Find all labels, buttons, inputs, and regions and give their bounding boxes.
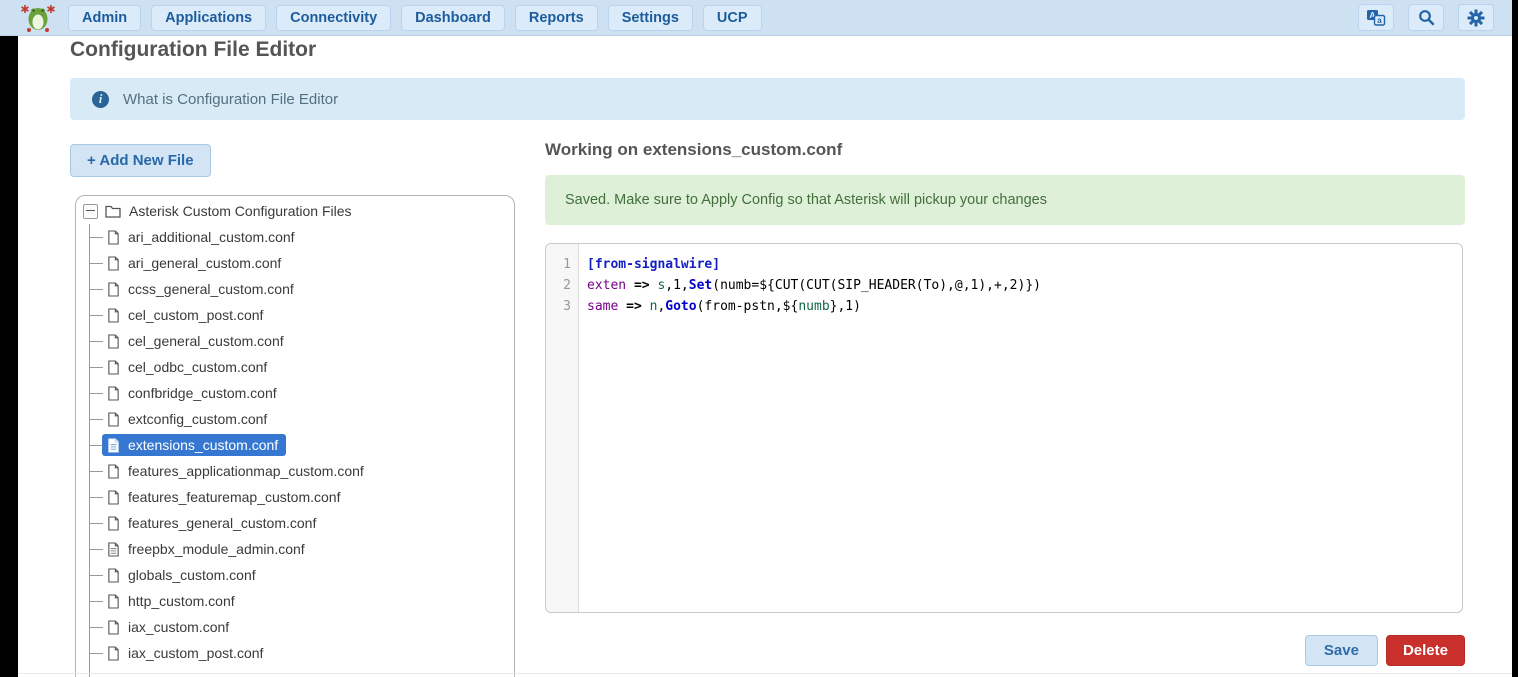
search-icon <box>1418 9 1435 26</box>
file-name: confbridge_custom.conf <box>128 385 277 401</box>
config-file-tree-panel: Asterisk Custom Configuration Files ari_… <box>75 195 515 677</box>
code-line-2: 2 exten => s,1,Set(numb=${CUT(CUT(SIP_HE… <box>546 275 1462 296</box>
saved-success-text: Saved. Make sure to Apply Config so that… <box>565 192 1047 208</box>
file-lines-icon <box>107 542 120 557</box>
language-translate-button[interactable]: A a <box>1358 4 1394 31</box>
help-banner-text: What is Configuration File Editor <box>123 91 338 108</box>
file-icon <box>107 568 120 583</box>
translate-icon: A a <box>1366 9 1386 26</box>
file-icon <box>107 516 120 531</box>
file-name: extensions_custom.conf <box>128 437 278 453</box>
file-name: features_featuremap_custom.conf <box>128 489 340 505</box>
folder-icon <box>105 204 121 218</box>
file-icon <box>107 620 120 635</box>
tree-file-item[interactable]: ari_additional_custom.conf <box>76 224 514 250</box>
tree-file-item[interactable]: cel_odbc_custom.conf <box>76 354 514 380</box>
file-name: ari_additional_custom.conf <box>128 229 295 245</box>
file-name: iax_custom_post.conf <box>128 645 263 661</box>
main-menu: Admin Applications Connectivity Dashboar… <box>68 5 762 31</box>
file-icon <box>107 594 120 609</box>
tree-root-label: Asterisk Custom Configuration Files <box>129 203 352 219</box>
file-name: cel_custom_post.conf <box>128 307 263 323</box>
file-icon <box>107 646 120 661</box>
file-name: globals_custom.conf <box>128 567 256 583</box>
page-content: Configuration File Editor i What is Conf… <box>18 36 1512 677</box>
line-number: 1 <box>546 254 578 275</box>
nav-item-ucp[interactable]: UCP <box>703 5 762 31</box>
collapse-minus-icon[interactable] <box>83 204 98 219</box>
file-name: ari_general_custom.conf <box>128 255 281 271</box>
nav-item-dashboard[interactable]: Dashboard <box>401 5 505 31</box>
file-lines-icon <box>107 438 120 453</box>
tree-file-item[interactable]: features_featuremap_custom.conf <box>76 484 514 510</box>
file-icon <box>107 256 120 271</box>
file-name: freepbx_module_admin.conf <box>128 541 305 557</box>
nav-item-applications[interactable]: Applications <box>151 5 266 31</box>
svg-text:a: a <box>1377 16 1382 25</box>
delete-button[interactable]: Delete <box>1386 635 1465 666</box>
file-name: iax_custom.conf <box>128 619 229 635</box>
tree-root-folder[interactable]: Asterisk Custom Configuration Files <box>76 198 514 224</box>
tree-file-item[interactable]: confbridge_custom.conf <box>76 380 514 406</box>
tree-file-item[interactable]: features_applicationmap_custom.conf <box>76 458 514 484</box>
file-name: cel_odbc_custom.conf <box>128 359 267 375</box>
file-name: http_custom.conf <box>128 593 235 609</box>
tree-file-item[interactable]: iax_custom.conf <box>76 614 514 640</box>
working-on-heading: Working on extensions_custom.conf <box>545 140 842 160</box>
footer-divider <box>18 673 1512 674</box>
tree-file-item[interactable]: extconfig_custom.conf <box>76 406 514 432</box>
file-name: ccss_general_custom.conf <box>128 281 294 297</box>
file-icon <box>107 230 120 245</box>
file-icon <box>107 334 120 349</box>
file-name: features_general_custom.conf <box>128 515 316 531</box>
save-button[interactable]: Save <box>1305 635 1378 666</box>
top-navbar: Admin Applications Connectivity Dashboar… <box>0 0 1512 36</box>
editor-actions: Save Delete <box>545 635 1465 666</box>
search-button[interactable] <box>1408 4 1444 31</box>
config-code-editor[interactable]: 1 [from-signalwire] 2 exten => s,1,Set(n… <box>545 243 1463 613</box>
file-name: cel_general_custom.conf <box>128 333 284 349</box>
tree-file-item-selected[interactable]: extensions_custom.conf <box>76 432 514 458</box>
nav-item-reports[interactable]: Reports <box>515 5 598 31</box>
tree-file-item[interactable]: ari_general_custom.conf <box>76 250 514 276</box>
nav-item-connectivity[interactable]: Connectivity <box>276 5 391 31</box>
file-icon <box>107 360 120 375</box>
help-banner[interactable]: i What is Configuration File Editor <box>70 78 1465 120</box>
freepbx-config-file-editor-screen: Admin Applications Connectivity Dashboar… <box>0 0 1518 677</box>
code-area: 1 [from-signalwire] 2 exten => s,1,Set(n… <box>546 244 1462 317</box>
tree-file-item[interactable]: iax_custom_post.conf <box>76 640 514 666</box>
line-number: 2 <box>546 275 578 296</box>
file-icon <box>107 412 120 427</box>
tree-file-item[interactable]: globals_custom.conf <box>76 562 514 588</box>
navbar-tools: A a <box>1358 4 1502 31</box>
line-number: 3 <box>546 296 578 317</box>
saved-success-alert: Saved. Make sure to Apply Config so that… <box>545 175 1465 225</box>
file-icon <box>107 386 120 401</box>
file-icon <box>107 464 120 479</box>
tree-file-item[interactable]: cel_custom_post.conf <box>76 302 514 328</box>
gear-icon <box>1467 9 1485 27</box>
nav-item-settings[interactable]: Settings <box>608 5 693 31</box>
freepbx-logo-icon[interactable] <box>20 3 56 33</box>
file-icon <box>107 308 120 323</box>
tree-file-item[interactable]: http_custom.conf <box>76 588 514 614</box>
tree-file-item[interactable]: ccss_general_custom.conf <box>76 276 514 302</box>
code-line-1: 1 [from-signalwire] <box>546 254 1462 275</box>
settings-button[interactable] <box>1458 4 1494 31</box>
tree-file-item[interactable]: features_general_custom.conf <box>76 510 514 536</box>
file-icon <box>107 490 120 505</box>
file-name: features_applicationmap_custom.conf <box>128 463 364 479</box>
page-title: Configuration File Editor <box>70 38 316 62</box>
file-icon <box>107 282 120 297</box>
nav-item-admin[interactable]: Admin <box>68 5 141 31</box>
file-name: extconfig_custom.conf <box>128 411 267 427</box>
info-circle-icon: i <box>92 91 109 108</box>
add-new-file-button[interactable]: + Add New File <box>70 144 211 177</box>
tree-file-item[interactable]: cel_general_custom.conf <box>76 328 514 354</box>
code-line-3: 3 same => n,Goto(from-pstn,${numb},1) <box>546 296 1462 317</box>
tree-file-item[interactable]: freepbx_module_admin.conf <box>76 536 514 562</box>
